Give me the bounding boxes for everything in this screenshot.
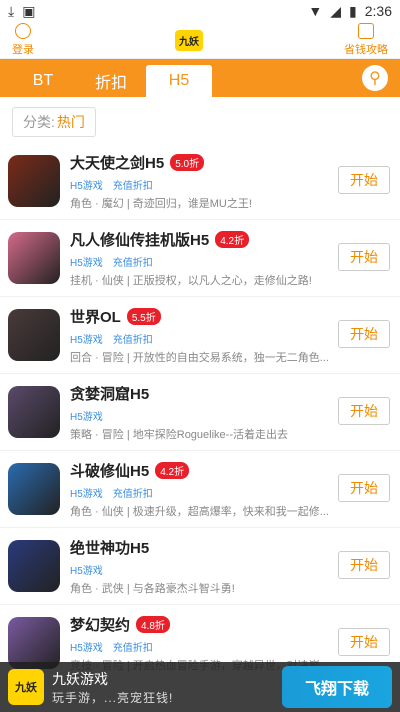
game-icon[interactable]: [8, 155, 60, 207]
wifi-icon: ▼: [308, 3, 323, 19]
user-icon: [15, 23, 31, 39]
game-title: 凡人修仙传挂机版H5: [70, 231, 210, 249]
save-money-guide-button[interactable]: 省钱攻略: [344, 23, 388, 57]
start-button[interactable]: 开始: [338, 551, 390, 579]
filter-label: 分类:: [23, 114, 55, 130]
game-description: 角色 · 武侠 | 与各路豪杰斗智斗勇!: [70, 582, 235, 595]
game-description: 回合 · 冒险 | 开放性的自由交易系统，独一无二角色...: [70, 351, 329, 364]
login-label: 登录: [12, 44, 34, 56]
game-title: 梦幻契约: [70, 616, 131, 634]
game-list-item[interactable]: 大天使之剑H5 5.0折 H5游戏 充值折扣 角色 · 魔幻 | 奇迹回归，谁是M…: [0, 143, 400, 220]
game-tag: H5游戏: [70, 488, 103, 500]
start-button[interactable]: 开始: [338, 397, 390, 425]
battery-icon: ▮: [349, 2, 357, 19]
game-list-item[interactable]: 贪婪洞窟H5 H5游戏 策略 · 冒险 | 地牢探险Roguelike--活着走…: [0, 374, 400, 451]
game-tag: H5游戏: [70, 180, 103, 192]
game-list-item[interactable]: 斗破修仙H5 4.2折 H5游戏 充值折扣 角色 · 仙侠 | 极速升级，超高爆率…: [0, 451, 400, 528]
game-icon[interactable]: [8, 386, 60, 438]
discount-badge: 5.5折: [126, 307, 161, 325]
game-icon[interactable]: [8, 309, 60, 361]
watermark-logo: 飞翔下载: [282, 666, 392, 708]
discount-badge: 4.8折: [136, 615, 170, 633]
banner-logo: 九妖: [8, 669, 44, 705]
promo-banner[interactable]: 九妖 九妖游戏 玩手游，...亮宠狂钱! 飞翔下载: [0, 662, 400, 712]
discount-badge: 4.2折: [215, 230, 250, 248]
game-tag: 充值折扣: [112, 257, 153, 269]
login-button[interactable]: 登录: [12, 23, 34, 57]
game-tag: H5游戏: [70, 334, 103, 346]
game-tag: H5游戏: [70, 565, 103, 577]
start-button[interactable]: 开始: [338, 320, 390, 348]
tab-bt[interactable]: BT: [10, 65, 76, 97]
game-description: 挂机 · 仙侠 | 正版授权，以凡人之心，走修仙之路!: [70, 274, 312, 287]
app-logo: 九妖: [175, 29, 203, 51]
signal-icon: ◢: [330, 2, 342, 19]
game-tag: 充值折扣: [112, 334, 153, 346]
game-title: 斗破修仙H5: [70, 462, 150, 480]
banner-subtitle: 玩手游，...亮宠狂钱!: [52, 690, 174, 705]
discount-badge: 4.2折: [155, 461, 190, 479]
search-icon[interactable]: ⚲: [362, 65, 388, 91]
game-icon[interactable]: [8, 540, 60, 592]
game-icon[interactable]: [8, 232, 60, 284]
game-tag: H5游戏: [70, 411, 103, 423]
guide-icon: [358, 23, 374, 39]
status-time: 2:36: [364, 3, 392, 19]
a-icon: ▣: [22, 2, 36, 19]
category-filter[interactable]: 分类: 热门: [12, 107, 96, 137]
discount-badge: 5.0折: [170, 153, 205, 171]
top-bar: 登录 九妖 省钱攻略: [0, 22, 400, 59]
game-title: 绝世神功H5: [70, 539, 150, 557]
game-list-item[interactable]: 绝世神功H5 H5游戏 角色 · 武侠 | 与各路豪杰斗智斗勇! 开始: [0, 528, 400, 605]
game-description: 策略 · 冒险 | 地牢探险Roguelike--活着走出去: [70, 428, 288, 441]
tab-h5[interactable]: H5: [146, 65, 212, 97]
game-description: 角色 · 魔幻 | 奇迹回归，谁是MU之王!: [70, 197, 252, 210]
game-tag: H5游戏: [70, 257, 103, 269]
start-button[interactable]: 开始: [338, 243, 390, 271]
game-list: 大天使之剑H5 5.0折 H5游戏 充值折扣 角色 · 魔幻 | 奇迹回归，谁是M…: [0, 143, 400, 682]
banner-title: 九妖游戏: [52, 670, 108, 687]
game-tag: H5游戏: [70, 642, 103, 654]
save-money-guide-label: 省钱攻略: [344, 44, 388, 56]
game-tag: 充值折扣: [112, 642, 153, 654]
game-title: 贪婪洞窟H5: [70, 385, 150, 403]
game-icon[interactable]: [8, 463, 60, 515]
tab-discount[interactable]: 折扣: [78, 65, 144, 97]
status-bar: ⤓ ▣ ▼ ◢ ▮ 2:36: [0, 0, 400, 22]
game-list-item[interactable]: 凡人修仙传挂机版H5 4.2折 H5游戏 充值折扣 挂机 · 仙侠 | 正版授权，…: [0, 220, 400, 297]
category-tabs: BT 折扣 H5 ⚲: [0, 59, 400, 97]
start-button[interactable]: 开始: [338, 166, 390, 194]
game-title: 大天使之剑H5: [70, 154, 165, 172]
download-icon: ⤓: [8, 2, 15, 19]
start-button[interactable]: 开始: [338, 628, 390, 656]
game-tag: 充值折扣: [112, 180, 153, 192]
filter-value: 热门: [56, 114, 85, 130]
start-button[interactable]: 开始: [338, 474, 390, 502]
game-list-item[interactable]: 世界OL 5.5折 H5游戏 充值折扣 回合 · 冒险 | 开放性的自由交易系统，…: [0, 297, 400, 374]
game-description: 角色 · 仙侠 | 极速升级，超高爆率，快来和我一起修...: [70, 505, 329, 518]
game-title: 世界OL: [70, 308, 121, 326]
game-tag: 充值折扣: [112, 488, 153, 500]
